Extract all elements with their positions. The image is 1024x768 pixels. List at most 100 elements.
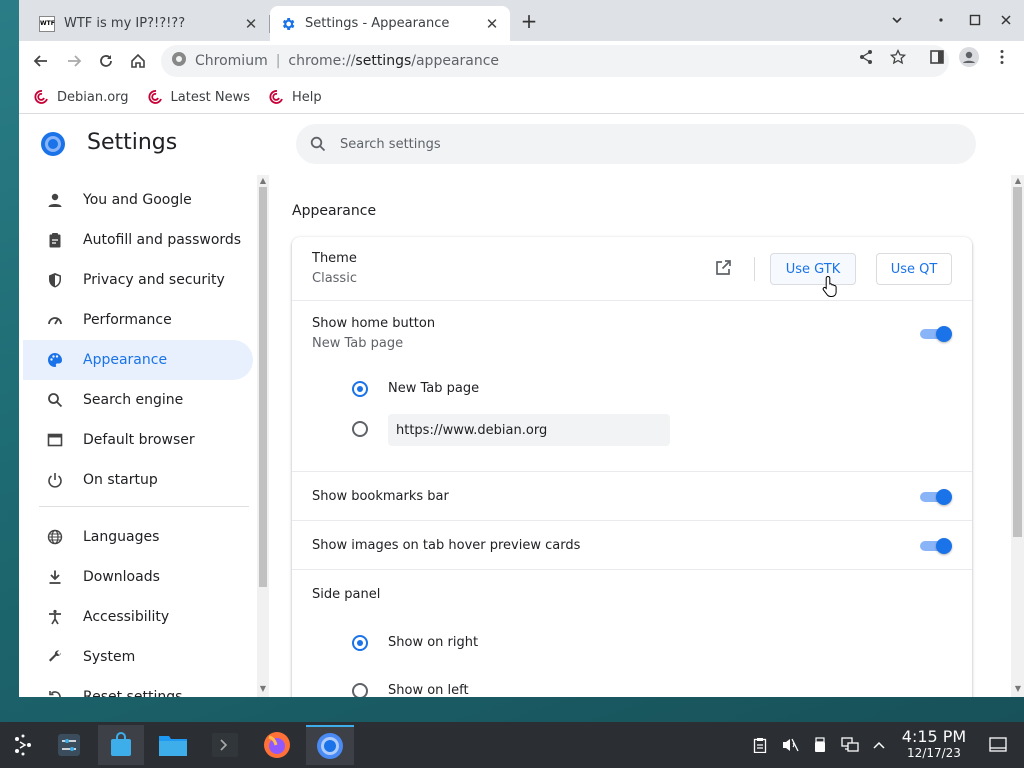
bookmarks-bar-label: Show bookmarks bar [312, 489, 449, 504]
sidebar-item-label: Accessibility [83, 609, 170, 625]
search-settings-input[interactable]: Search settings [296, 124, 976, 164]
scroll-up-arrow-icon[interactable]: ▲ [259, 177, 267, 185]
url-scheme: chrome:// [288, 53, 356, 69]
sidebar-item-performance[interactable]: Performance [23, 300, 253, 340]
radio-new-tab-page[interactable] [352, 381, 368, 397]
clipboard-tray-icon[interactable] [750, 735, 770, 755]
tab-wtf-ip[interactable]: WTF WTF is my IP?!?!?? ✕ [29, 6, 269, 41]
close-window-icon[interactable] [998, 12, 1014, 28]
scroll-down-arrow-icon[interactable]: ▼ [1014, 685, 1022, 693]
chromium-taskbar-icon[interactable] [306, 725, 354, 765]
bookmark-label: Latest News [170, 89, 250, 105]
bookmark-label: Debian.org [57, 89, 129, 105]
home-icon[interactable] [128, 51, 148, 71]
sidebar-item-appearance[interactable]: Appearance [23, 340, 253, 380]
bookmarks-bar-toggle[interactable] [920, 488, 952, 506]
bookmark-star-icon[interactable] [888, 47, 908, 67]
close-tab-icon[interactable]: ✕ [484, 16, 500, 32]
profile-avatar-icon[interactable] [959, 47, 979, 67]
main-scrollbar[interactable]: ▲ ▼ [1011, 175, 1024, 697]
sidebar-item-accessibility[interactable]: Accessibility [23, 597, 253, 637]
home-button-toggle[interactable] [920, 325, 952, 343]
sidebar-item-you-and-google[interactable]: You and Google [23, 180, 253, 220]
bookmark-label: Help [291, 89, 322, 105]
close-tab-icon[interactable]: ✕ [243, 16, 259, 32]
home-button-value: New Tab page [312, 336, 404, 351]
clipboard-icon [45, 230, 65, 250]
hand-cursor-icon [822, 275, 837, 297]
maximize-icon[interactable] [967, 12, 983, 28]
hover-cards-toggle[interactable] [920, 537, 952, 555]
show-desktop-icon[interactable] [988, 735, 1008, 755]
radio-custom-url[interactable] [352, 421, 368, 437]
bookmark-latest-news[interactable]: Latest News [147, 89, 250, 105]
new-tab-button[interactable]: + [519, 11, 539, 31]
system-settings-icon[interactable] [46, 725, 92, 765]
more-menu-icon[interactable] [992, 47, 1012, 67]
network-icon[interactable] [840, 735, 860, 755]
file-manager-icon[interactable] [150, 725, 196, 765]
forward-arrow-icon[interactable] [64, 51, 84, 71]
sidebar-scrollbar[interactable]: ▲ ▼ [257, 175, 269, 697]
site-name: Chromium [195, 53, 268, 69]
globe-icon [45, 527, 65, 547]
main-scroll-thumb[interactable] [1013, 187, 1022, 537]
terminal-icon[interactable] [202, 725, 248, 765]
sidebar-item-label: System [83, 649, 136, 665]
address-bar[interactable]: Chromium | chrome://settings/appearance [161, 45, 949, 77]
use-qt-button[interactable]: Use QT [876, 253, 952, 285]
sidebar-item-search-engine[interactable]: Search engine [23, 380, 253, 420]
bookmark-debian-org[interactable]: Debian.org [33, 89, 129, 105]
tab-settings-appearance[interactable]: Settings - Appearance ✕ [270, 6, 510, 41]
sidebar-item-autofill[interactable]: Autofill and passwords [23, 220, 253, 260]
reload-icon[interactable] [96, 51, 116, 71]
sidebar-item-label: Languages [83, 529, 160, 545]
software-center-icon[interactable] [98, 725, 144, 765]
open-external-icon[interactable] [714, 259, 734, 279]
radio-show-on-right[interactable] [352, 635, 368, 651]
tab-search-chevron-icon[interactable] [889, 12, 905, 28]
side-panel-icon[interactable] [927, 47, 947, 67]
sidebar-scroll-thumb[interactable] [259, 187, 267, 587]
radio-show-on-left[interactable] [352, 683, 368, 697]
tab-title: WTF is my IP?!?!?? [64, 16, 186, 31]
sidebar-item-default-browser[interactable]: Default browser [23, 420, 253, 460]
side-panel-label: Side panel [312, 587, 381, 602]
wtf-favicon-icon: WTF [39, 15, 55, 32]
sidebar-item-label: Downloads [83, 569, 160, 585]
sidebar-item-system[interactable]: System [23, 637, 253, 677]
sidebar-item-downloads[interactable]: Downloads [23, 557, 253, 597]
tab-strip: WTF WTF is my IP?!?!?? ✕ Settings - Appe… [19, 0, 1024, 41]
removable-device-icon[interactable] [810, 735, 830, 755]
vertical-divider [754, 257, 755, 281]
browser-window: WTF WTF is my IP?!?!?? ✕ Settings - Appe… [19, 0, 1024, 697]
minimize-icon[interactable] [933, 12, 949, 28]
bookmark-help[interactable]: Help [268, 89, 322, 105]
use-gtk-button[interactable]: Use GTK [770, 253, 856, 285]
volume-muted-icon[interactable] [780, 735, 800, 755]
home-url-input[interactable]: https://www.debian.org [388, 414, 670, 446]
separator-text: | [275, 53, 281, 69]
share-icon[interactable] [856, 47, 876, 67]
scroll-up-arrow-icon[interactable]: ▲ [1014, 177, 1022, 185]
download-icon [45, 567, 65, 587]
section-title: Appearance [292, 203, 377, 219]
tray-expand-chevron-icon[interactable] [869, 735, 889, 755]
sidebar-item-label: Default browser [83, 432, 195, 448]
back-arrow-icon[interactable] [31, 51, 51, 71]
digital-clock[interactable]: 4:15 PM 12/17/23 [896, 727, 972, 761]
firefox-icon[interactable] [254, 725, 300, 765]
wrench-icon [45, 647, 65, 667]
clock-time: 4:15 PM [901, 727, 967, 746]
search-placeholder: Search settings [340, 136, 441, 152]
sidebar-item-reset-settings[interactable]: Reset settings [23, 677, 253, 697]
sidebar-item-languages[interactable]: Languages [23, 517, 253, 557]
settings-main: Appearance Theme Classic Use GTK Use QT … [273, 175, 1011, 697]
radio-label: New Tab page [388, 381, 480, 396]
sidebar-item-on-startup[interactable]: On startup [23, 460, 253, 500]
taskbar: 4:15 PM 12/17/23 [0, 722, 1024, 768]
sidebar-item-privacy[interactable]: Privacy and security [23, 260, 253, 300]
settings-header: Settings Search settings [19, 115, 1024, 173]
scroll-down-arrow-icon[interactable]: ▼ [259, 685, 267, 693]
app-launcher-icon[interactable] [0, 725, 46, 765]
